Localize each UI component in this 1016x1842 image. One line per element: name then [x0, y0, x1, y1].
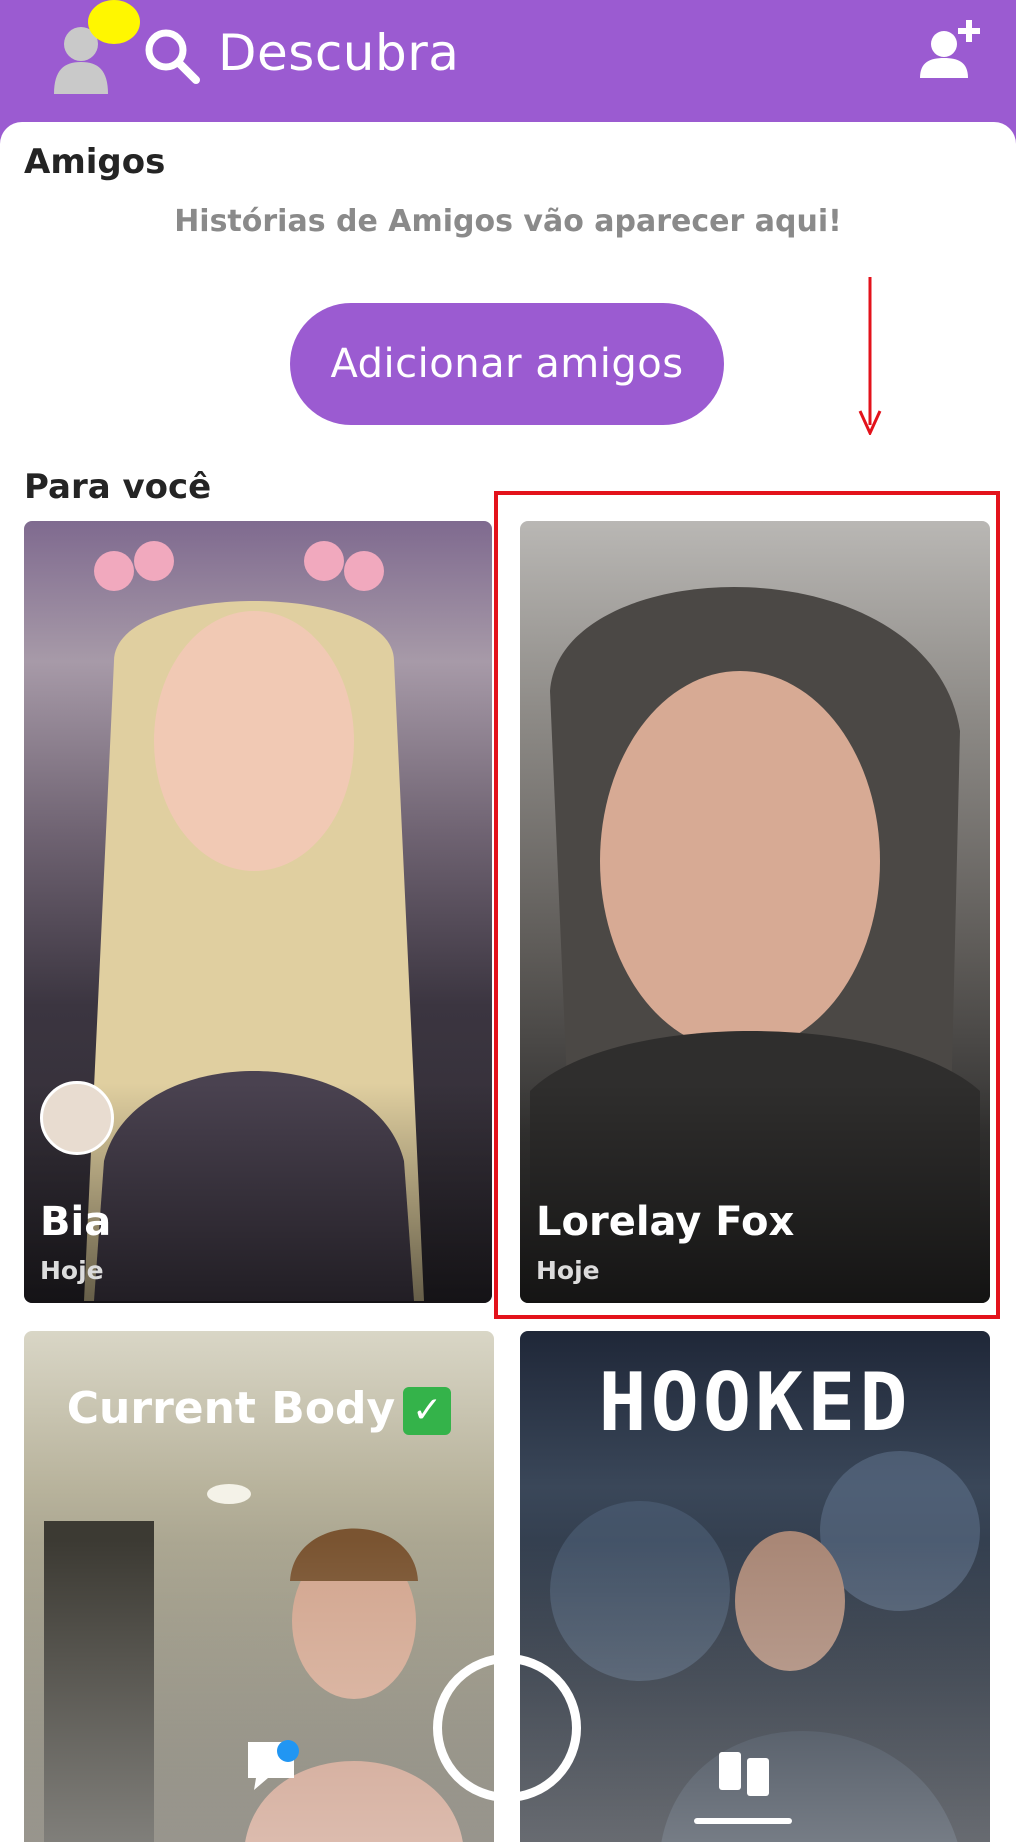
capture-button[interactable]	[433, 1654, 581, 1802]
home-indicator	[694, 1818, 792, 1824]
check-icon: ✓	[403, 1387, 452, 1435]
story-card-bia[interactable]: Bia Hoje	[24, 521, 492, 1303]
notification-dot	[88, 0, 140, 44]
page-title: Descubra	[218, 24, 460, 82]
story-overlay-title: HOOKED	[598, 1356, 912, 1449]
for-you-section-title: Para você	[24, 467, 212, 507]
story-author-name: Bia	[40, 1199, 112, 1245]
bitmoji-avatar	[40, 1081, 114, 1155]
add-friend-icon	[920, 20, 980, 78]
story-time: Hoje	[40, 1256, 104, 1285]
friends-empty-message: Histórias de Amigos vão aparecer aqui!	[174, 204, 842, 239]
search-button[interactable]	[140, 24, 204, 88]
discover-screen: Descubra Amigos Histórias de Amigos vão …	[0, 0, 1016, 1842]
discover-button[interactable]	[717, 1750, 771, 1798]
annotation-highlight-box	[494, 491, 1000, 1319]
discover-icon	[719, 1752, 769, 1796]
search-icon	[145, 29, 200, 84]
friends-section-title: Amigos	[24, 142, 166, 182]
add-friend-button[interactable]	[914, 14, 986, 86]
add-friends-button[interactable]: Adicionar amigos	[290, 303, 724, 425]
story-overlay-title: Current Body ✓	[24, 1383, 494, 1435]
top-bar: Descubra	[0, 0, 1016, 125]
annotation-arrow	[858, 277, 882, 435]
chat-notification-badge	[277, 1740, 299, 1762]
